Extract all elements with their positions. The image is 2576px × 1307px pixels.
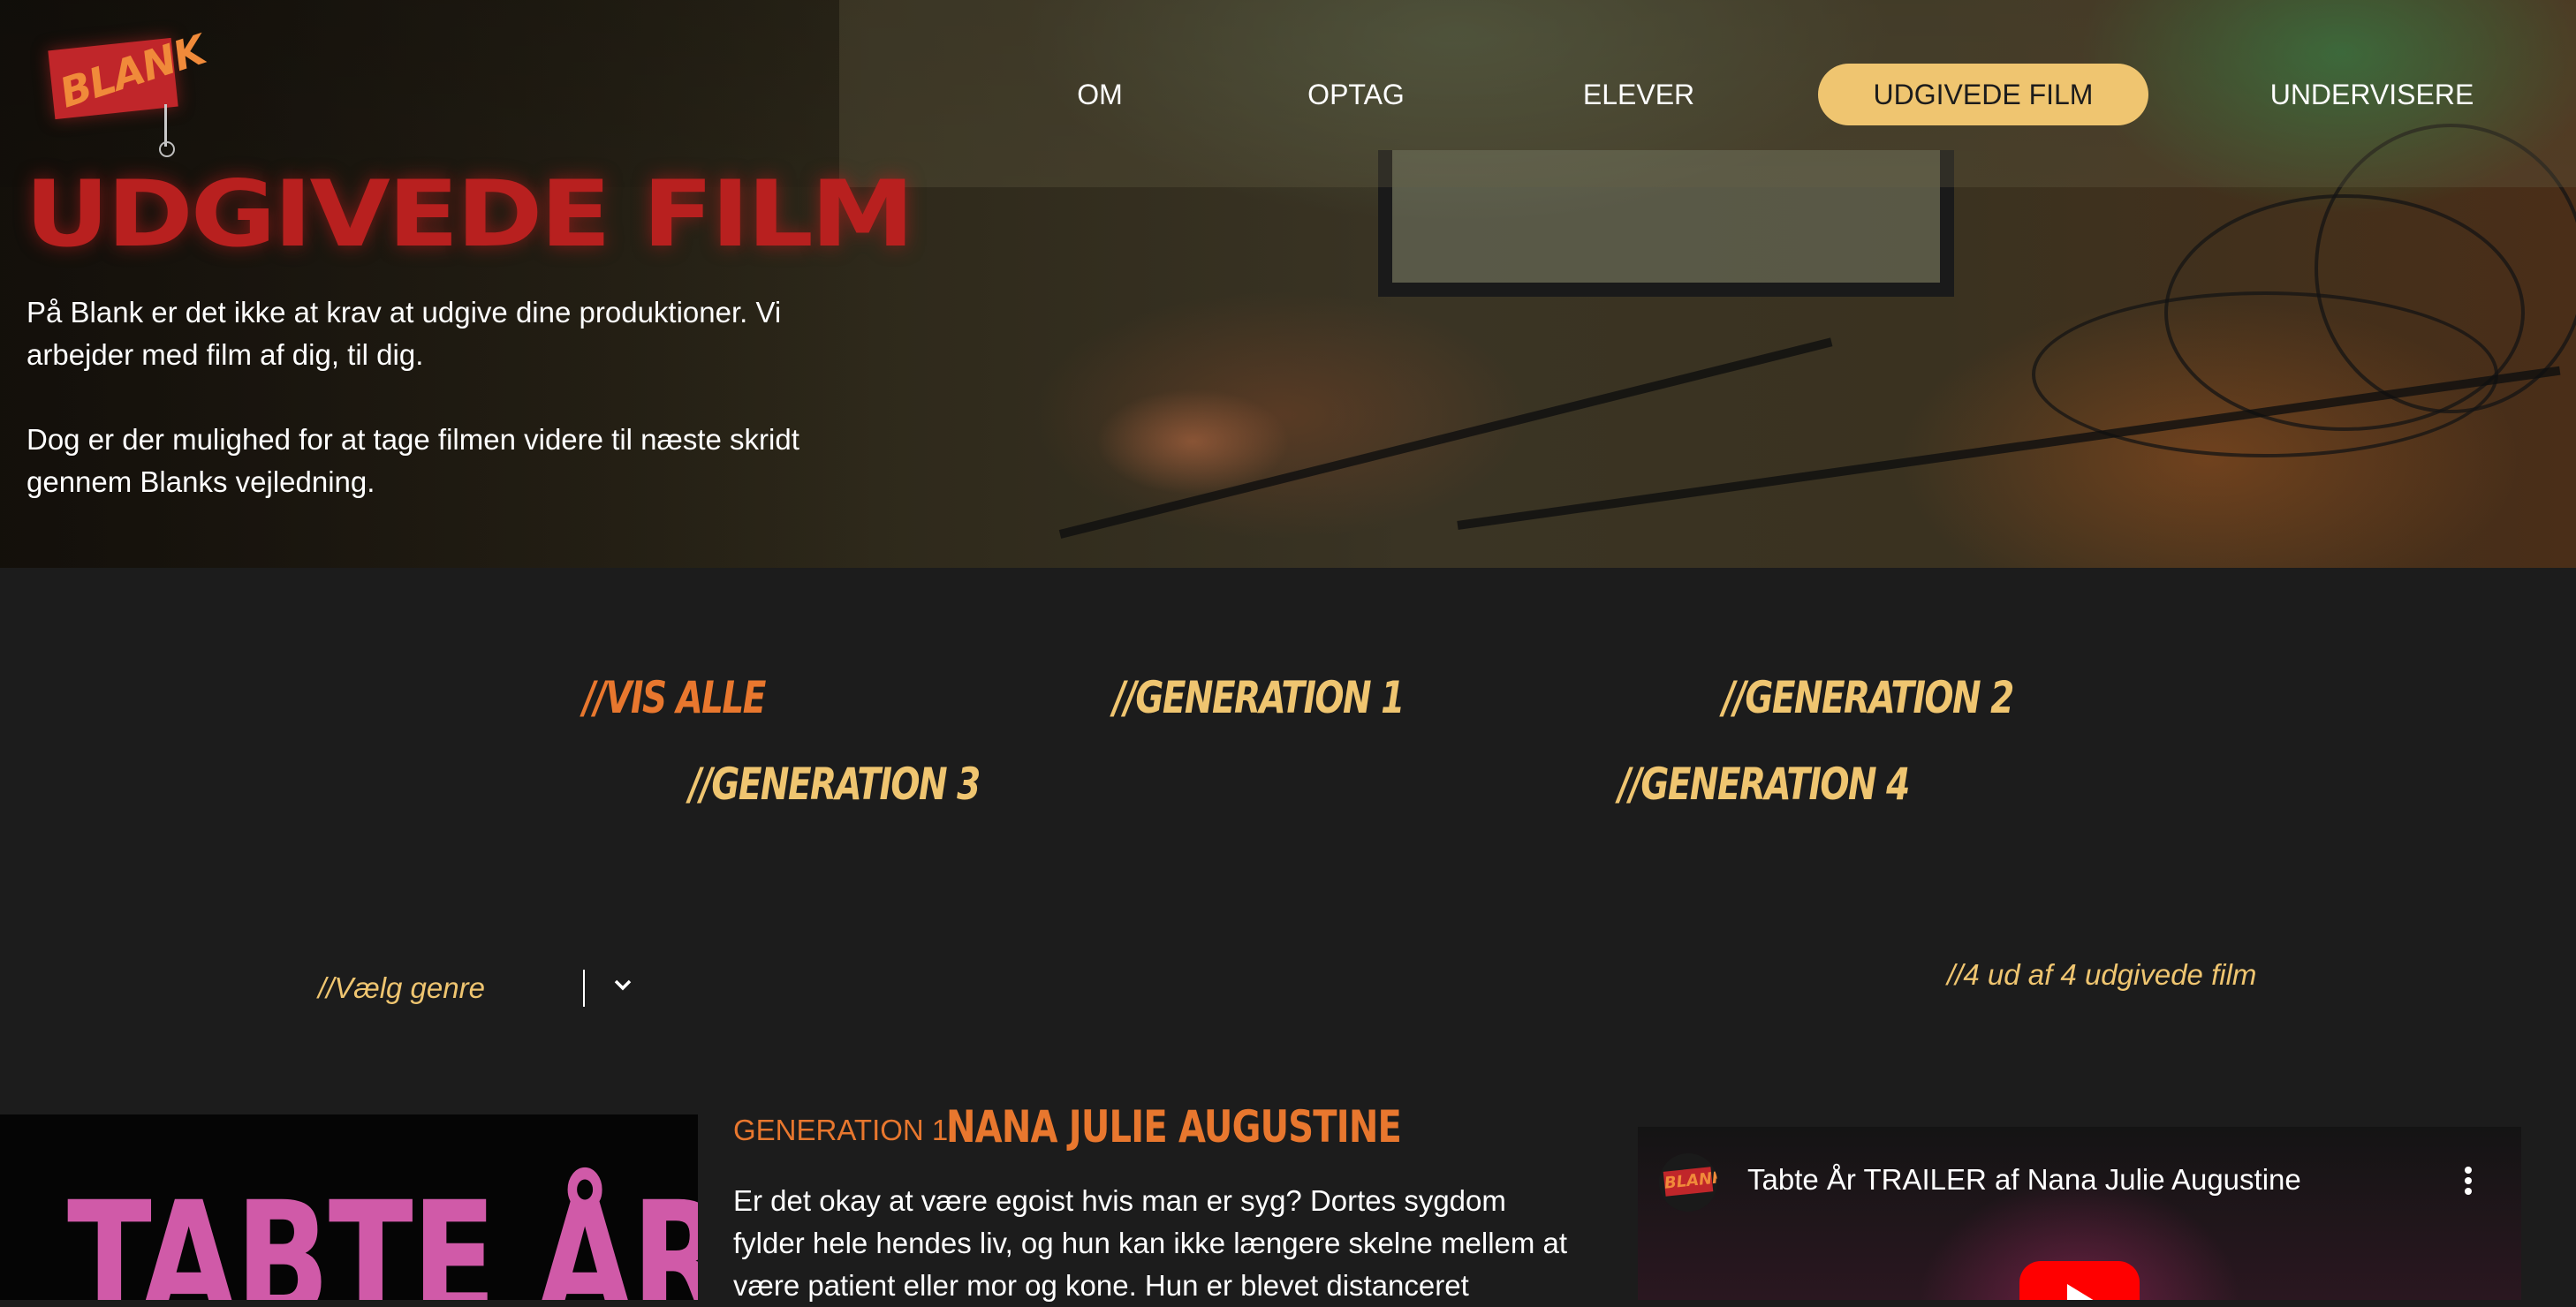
filter-generation-3[interactable]: //GENERATION 3 bbox=[689, 758, 981, 811]
logo-flag: BLANK bbox=[48, 26, 211, 120]
film-count: //4 ud af 4 udgivede film bbox=[1947, 958, 2257, 991]
filter-generation-2[interactable]: //GENERATION 2 bbox=[1723, 671, 2014, 724]
genre-select-divider bbox=[583, 970, 585, 1007]
channel-avatar[interactable]: BLANK bbox=[1659, 1153, 1717, 1212]
hero-background-figure bbox=[1095, 389, 1290, 495]
logo-dot bbox=[159, 141, 175, 157]
nav-item-om[interactable]: OM bbox=[1060, 64, 1140, 125]
nav-item-optag[interactable]: OPTAG bbox=[1290, 64, 1422, 125]
chevron-down-icon[interactable] bbox=[610, 971, 636, 998]
film-poster[interactable]: TABTE ÅR bbox=[0, 1114, 698, 1300]
genre-select-label: //Vælg genre bbox=[318, 971, 485, 1004]
channel-logo-text: BLANK bbox=[1663, 1167, 1717, 1197]
nav-item-elever[interactable]: ELEVER bbox=[1572, 64, 1705, 125]
more-vertical-icon[interactable] bbox=[2451, 1159, 2486, 1203]
filter-vis-alle[interactable]: //VIS ALLE bbox=[583, 671, 766, 724]
hero-paragraph: Dog er der mulighed for at tage filmen v… bbox=[27, 423, 799, 498]
nav-item-undervisere[interactable]: UNDERVISERE bbox=[2262, 64, 2482, 125]
play-icon[interactable] bbox=[2019, 1261, 2140, 1300]
film-director-name: NANA JULIE AUGUSTINE bbox=[946, 1101, 1402, 1152]
nav-item-udgivede-film[interactable]: UDGIVEDE FILM bbox=[1818, 64, 2148, 125]
hero-section: BLANK OM OPTAG ELEVER UDGIVEDE FILM UNDE… bbox=[0, 0, 2576, 568]
hero-paragraph: På Blank er det ikke at krav at udgive d… bbox=[27, 296, 782, 371]
play-triangle bbox=[2067, 1284, 2099, 1300]
filter-generation-1[interactable]: //GENERATION 1 bbox=[1113, 671, 1405, 724]
video-title[interactable]: Tabte År TRAILER af Nana Julie Augustine bbox=[1747, 1159, 2301, 1201]
logo-stick bbox=[164, 104, 167, 147]
filter-generation-4[interactable]: //GENERATION 4 bbox=[1618, 758, 1910, 811]
genre-select[interactable]: //Vælg genre bbox=[318, 966, 645, 1010]
video-embed[interactable]: BLANK Tabte År TRAILER af Nana Julie Aug… bbox=[1638, 1127, 2521, 1300]
film-synopsis: Er det okay at være egoist hvis man er s… bbox=[733, 1184, 1568, 1302]
film-generation-label: GENERATION 1 bbox=[733, 1114, 949, 1146]
page-title: UDGIVEDE FILM bbox=[25, 160, 914, 268]
poster-title: TABTE ÅR bbox=[67, 1168, 698, 1301]
